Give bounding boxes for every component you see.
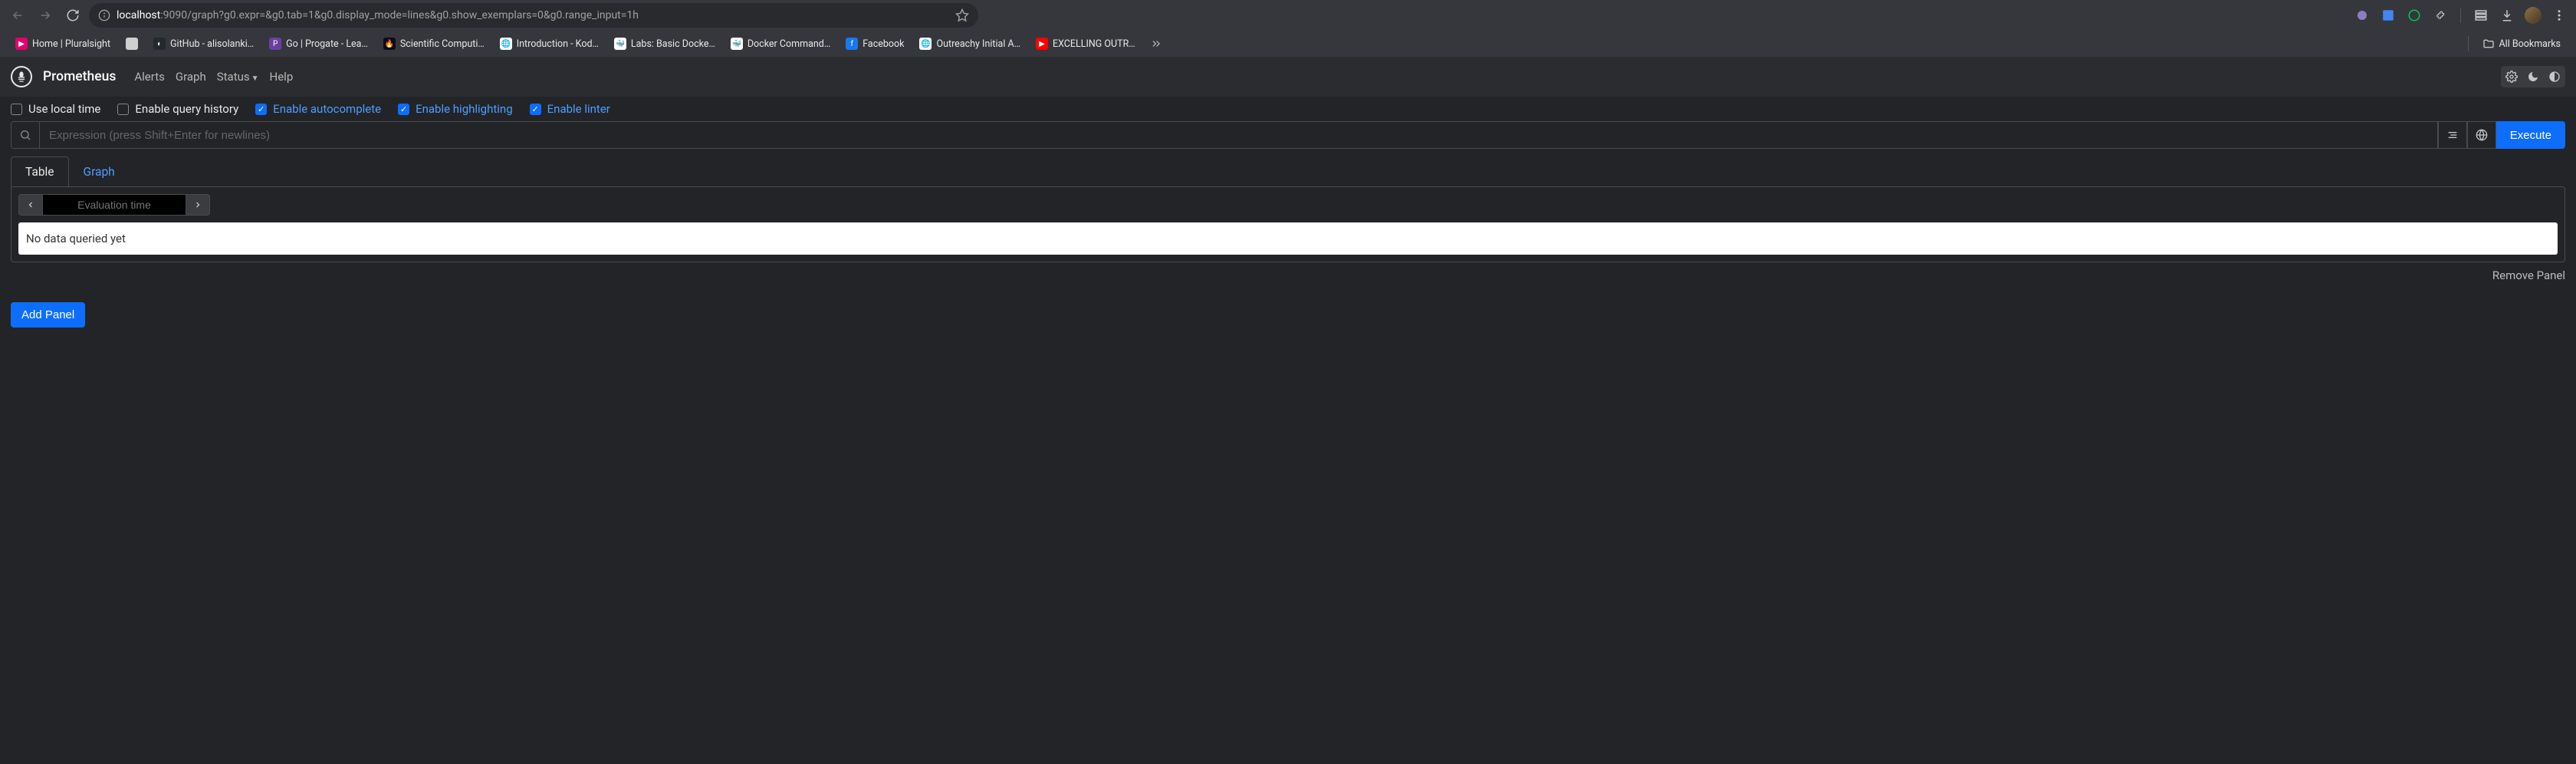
bookmark-favicon: P (269, 38, 281, 50)
forward-button[interactable] (34, 4, 57, 27)
reload-button[interactable] (61, 4, 84, 27)
query-options-row: Use local time Enable query history Enab… (0, 97, 2576, 121)
bookmark-item[interactable] (120, 35, 144, 53)
result-tabs: Table Graph (11, 156, 2565, 186)
address-bar[interactable]: localhost:9090/graph?g0.expr=&g0.tab=1&g… (89, 3, 978, 28)
metrics-explorer-button[interactable] (11, 121, 40, 149)
media-controls-icon[interactable] (2470, 5, 2492, 26)
result-panel: No data queried yet (11, 186, 2565, 262)
bookmark-favicon: 🔥 (383, 38, 396, 50)
enable-autocomplete-label[interactable]: Enable autocomplete (273, 102, 381, 116)
bookmark-label: Facebook (863, 38, 904, 50)
execute-button[interactable]: Execute (2496, 121, 2565, 149)
bookmark-label: Introduction - Kod… (517, 38, 599, 50)
eval-time-next-button[interactable] (186, 194, 210, 216)
bookmark-favicon: 🐳 (731, 38, 743, 50)
enable-autocomplete-checkbox[interactable] (255, 104, 267, 115)
bookmark-label: Labs: Basic Docke… (631, 38, 715, 50)
contrast-icon[interactable] (2544, 66, 2565, 87)
bookmark-item[interactable]: 🐳 Docker Command… (724, 35, 836, 53)
remove-panel-link[interactable]: Remove Panel (11, 262, 2565, 288)
extension-icon-2[interactable] (2404, 5, 2425, 26)
bookmarks-overflow[interactable] (1145, 38, 1168, 49)
bookmark-item[interactable]: 🌐 Outreachy Initial A… (913, 35, 1027, 53)
explain-button[interactable] (2467, 121, 2496, 149)
extension-icon-1[interactable] (2351, 5, 2373, 26)
all-bookmarks-button[interactable]: All Bookmarks (2476, 35, 2568, 53)
bookmark-label: Docker Command… (748, 38, 830, 50)
expression-input[interactable] (40, 121, 2438, 149)
prometheus-logo (11, 66, 32, 87)
bookmark-label: EXCELLING OUTR… (1053, 38, 1135, 50)
bookmark-item[interactable]: P Go | Progate - Lea… (263, 35, 374, 53)
add-panel-button[interactable]: Add Panel (11, 302, 85, 328)
bookmark-favicon (126, 38, 138, 50)
evaluation-time-input[interactable] (43, 194, 186, 216)
format-expression-button[interactable] (2438, 121, 2467, 149)
settings-icon[interactable] (2501, 66, 2522, 87)
bookmark-label: Scientific Computi… (400, 38, 485, 50)
site-info-icon[interactable] (98, 9, 110, 21)
query-row: Execute (11, 121, 2565, 149)
enable-query-history-label[interactable]: Enable query history (135, 102, 238, 116)
prometheus-brand: Prometheus (43, 69, 116, 84)
use-local-time-label[interactable]: Use local time (28, 102, 100, 116)
bookmark-item[interactable]: 🌐 Introduction - Kod… (494, 35, 605, 53)
url-text: localhost:9090/graph?g0.expr=&g0.tab=1&g… (117, 9, 639, 21)
bookmark-label: Go | Progate - Lea… (286, 38, 368, 50)
downloads-icon[interactable] (2496, 5, 2518, 26)
tab-table[interactable]: Table (11, 156, 69, 186)
nav-graph[interactable]: Graph (176, 70, 206, 84)
profile-avatar[interactable] (2522, 5, 2544, 26)
no-data-message: No data queried yet (18, 222, 2558, 255)
nav-status[interactable]: Status▼ (217, 70, 259, 84)
enable-linter-label[interactable]: Enable linter (547, 102, 610, 116)
extensions-icon[interactable] (2430, 5, 2451, 26)
nav-help[interactable]: Help (270, 70, 294, 84)
bookmark-label: Outreachy Initial A… (936, 38, 1020, 50)
back-button[interactable] (6, 4, 29, 27)
tab-graph[interactable]: Graph (69, 156, 130, 186)
bookmark-favicon: 🌐 (500, 38, 512, 50)
enable-query-history-checkbox[interactable] (117, 104, 129, 115)
eval-time-prev-button[interactable] (18, 194, 43, 216)
star-icon[interactable] (955, 8, 969, 22)
folder-icon (2482, 38, 2495, 50)
bookmark-item[interactable]: 🐳 Labs: Basic Docke… (608, 35, 721, 53)
prometheus-navbar: Prometheus Alerts Graph Status▼ Help (0, 57, 2576, 97)
enable-highlighting-label[interactable]: Enable highlighting (416, 102, 513, 116)
bookmark-item[interactable]: ▶ EXCELLING OUTR… (1030, 35, 1142, 53)
bookmark-label: Home | Pluralsight (32, 38, 110, 50)
bookmark-favicon: ▶ (15, 38, 28, 50)
translate-icon[interactable] (2377, 5, 2399, 26)
nav-alerts[interactable]: Alerts (134, 70, 165, 84)
bookmark-item[interactable]: 🔥 Scientific Computi… (377, 35, 491, 53)
browser-toolbar: localhost:9090/graph?g0.expr=&g0.tab=1&g… (0, 0, 2576, 31)
all-bookmarks-label: All Bookmarks (2499, 38, 2561, 50)
bookmark-favicon: ◐ (153, 38, 166, 50)
dark-mode-icon[interactable] (2522, 66, 2544, 87)
bookmark-label: GitHub - alisolanki… (170, 38, 254, 50)
bookmark-favicon: ▶ (1036, 38, 1048, 50)
bookmark-item[interactable]: ◐ GitHub - alisolanki… (147, 35, 260, 53)
enable-linter-checkbox[interactable] (530, 104, 541, 115)
use-local-time-checkbox[interactable] (11, 104, 22, 115)
bookmark-item[interactable]: ▶ Home | Pluralsight (9, 35, 117, 53)
bookmarks-bar: ▶ Home | Pluralsight ◐ GitHub - alisolanki…… (0, 31, 2576, 57)
menu-icon[interactable] (2548, 5, 2570, 26)
bookmark-item[interactable]: f Facebook (840, 35, 910, 53)
bookmark-favicon: 🐳 (614, 38, 626, 50)
enable-highlighting-checkbox[interactable] (398, 104, 409, 115)
bookmark-favicon: 🌐 (919, 38, 932, 50)
bookmark-favicon: f (846, 38, 858, 50)
